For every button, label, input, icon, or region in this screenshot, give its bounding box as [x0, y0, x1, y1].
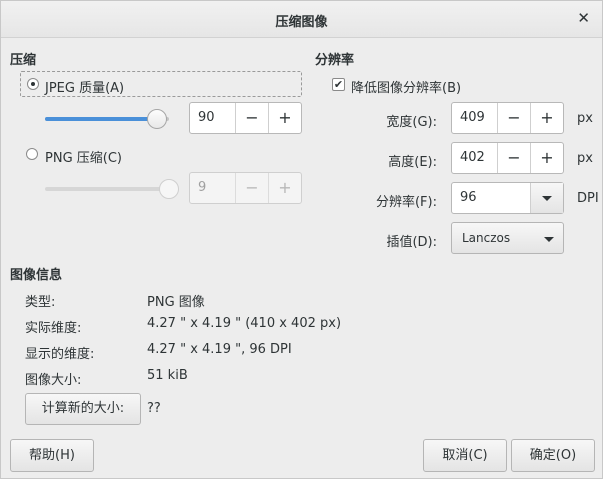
decrement-icon[interactable]: −	[235, 173, 268, 203]
height-spinner[interactable]: 402 − +	[451, 142, 564, 174]
info-value-display-size: 4.27 " x 4.19 ", 96 DPI	[147, 342, 292, 357]
calculate-size-button[interactable]: 计算新的大小:	[25, 393, 141, 425]
info-label-display-size: 显示的维度:	[25, 347, 95, 362]
slider-knob[interactable]	[159, 179, 179, 199]
cancel-button[interactable]: 取消(C)	[423, 439, 507, 472]
ok-button[interactable]: 确定(O)	[511, 439, 595, 472]
height-value[interactable]: 402	[452, 143, 497, 173]
png-compression-spinner[interactable]: 9 − +	[189, 172, 302, 204]
slider-knob[interactable]	[147, 109, 167, 129]
info-label-actual-size: 实际维度:	[25, 321, 82, 336]
dropdown-arrow-icon[interactable]	[530, 183, 563, 213]
interpolation-value: Lanczos	[462, 231, 511, 245]
image-info-heading: 图像信息	[10, 268, 63, 283]
dpi-unit: DPI	[577, 191, 599, 206]
height-unit: px	[577, 151, 593, 166]
decrement-icon[interactable]: −	[497, 103, 530, 133]
width-spinner[interactable]: 409 − +	[451, 102, 564, 134]
slider-fill	[45, 117, 157, 121]
dpi-label: 分辨率(F):	[375, 195, 437, 210]
jpeg-radio-icon[interactable]	[27, 78, 39, 90]
jpeg-quality-slider[interactable]	[45, 109, 169, 129]
increment-icon[interactable]: +	[530, 143, 563, 173]
info-value-file-size: 51 kiB	[147, 368, 188, 383]
info-label-file-size: 图像大小:	[25, 373, 82, 388]
title-bar: 压缩图像 ✕	[1, 1, 602, 38]
png-compression-value[interactable]: 9	[190, 173, 235, 203]
info-label-type: 类型:	[25, 295, 56, 310]
height-label: 高度(E):	[388, 155, 437, 170]
decrement-icon[interactable]: −	[497, 143, 530, 173]
info-value-actual-size: 4.27 " x 4.19 " (410 x 402 px)	[147, 316, 342, 331]
png-radio-icon[interactable]	[26, 148, 38, 160]
increment-icon[interactable]: +	[268, 173, 301, 203]
png-compression-label[interactable]: PNG 压缩(C)	[45, 147, 122, 166]
help-button[interactable]: 帮助(H)	[10, 439, 94, 472]
png-compression-slider[interactable]	[45, 179, 179, 199]
info-value-type: PNG 图像	[147, 295, 205, 310]
dpi-value[interactable]: 96	[452, 183, 530, 213]
jpeg-radio-option[interactable]: JPEG 质量(A)	[20, 71, 302, 97]
dpi-combobox[interactable]: 96	[451, 182, 564, 214]
resolution-heading: 分辨率	[315, 53, 355, 68]
interpolation-dropdown[interactable]: Lanczos	[451, 222, 564, 254]
jpeg-quality-label: JPEG 质量(A)	[45, 81, 125, 96]
compress-heading: 压缩	[10, 53, 37, 68]
increment-icon[interactable]: +	[530, 103, 563, 133]
compress-image-dialog: 压缩图像 ✕ 压缩 JPEG 质量(A) 90 − + PNG 压缩(C) 9 …	[0, 0, 603, 479]
width-unit: px	[577, 111, 593, 126]
interpolation-label: 插值(D):	[386, 235, 437, 250]
checkbox-icon[interactable]: ✔	[332, 78, 345, 91]
jpeg-quality-value[interactable]: 90	[190, 103, 235, 133]
dialog-title: 压缩图像	[275, 15, 328, 30]
width-value[interactable]: 409	[452, 103, 497, 133]
reduce-resolution-label[interactable]: 降低图像分辨率(B)	[351, 77, 461, 96]
jpeg-quality-spinner[interactable]: 90 − +	[189, 102, 302, 134]
decrement-icon[interactable]: −	[235, 103, 268, 133]
increment-icon[interactable]: +	[268, 103, 301, 133]
calculated-size-value: ??	[147, 401, 161, 416]
close-icon[interactable]: ✕	[577, 9, 590, 27]
slider-track	[45, 187, 169, 191]
width-label: 宽度(G):	[386, 115, 437, 130]
chevron-down-icon	[544, 237, 554, 242]
